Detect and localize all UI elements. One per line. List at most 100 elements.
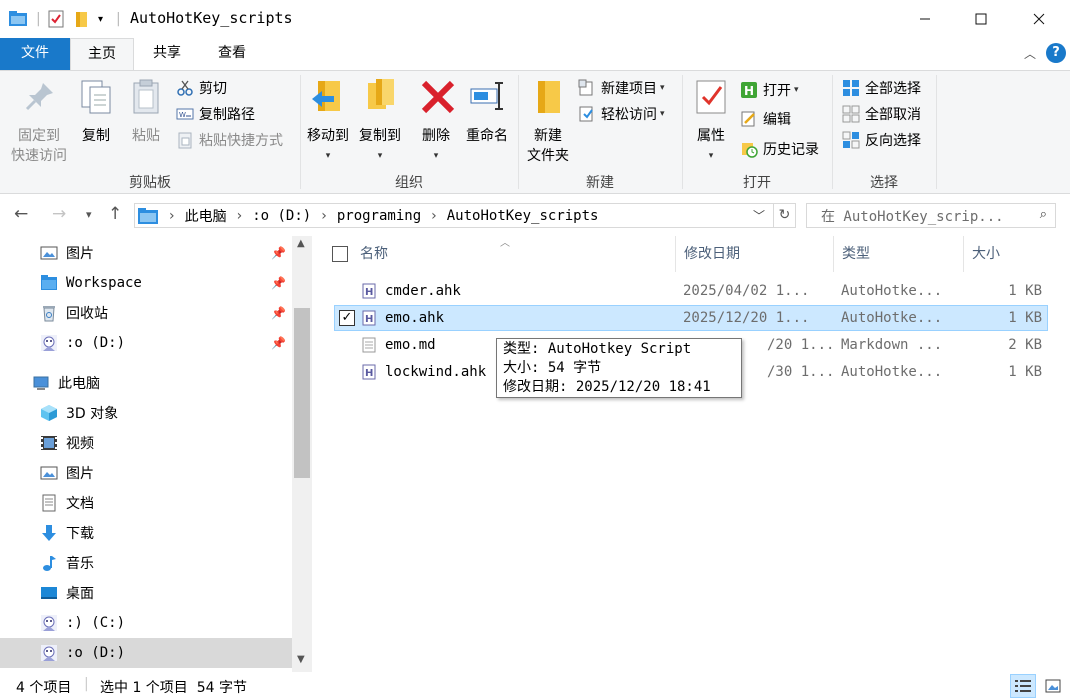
row-checkbox-checked[interactable]: ✓ — [339, 310, 355, 326]
breadcrumb-drive[interactable]: :o (D:) — [252, 208, 311, 224]
file-date: 2025/04/02 1... — [683, 283, 810, 299]
cut-button[interactable]: 剪切 — [176, 77, 227, 99]
maximize-button[interactable] — [952, 0, 1010, 38]
tab-view[interactable]: 查看 — [200, 38, 264, 70]
open-button[interactable]: H 打开 ▾ — [740, 79, 799, 101]
pin-to-quick-access-button[interactable]: 固定到 快速访问 — [6, 77, 72, 166]
large-icons-view-button[interactable] — [1040, 674, 1066, 698]
column-header-date[interactable]: 修改日期 — [676, 236, 834, 272]
copy-path-button[interactable]: W 复制路径 — [176, 103, 255, 125]
column-header-type[interactable]: 类型 — [834, 236, 964, 272]
pin-icon[interactable]: 📌 — [271, 246, 286, 260]
select-all-button[interactable]: 全部选择 — [842, 77, 921, 99]
nav-item-documents[interactable]: 文档 — [0, 488, 292, 518]
nav-label: :o (D:) — [66, 335, 126, 351]
minimize-button[interactable] — [896, 0, 954, 38]
file-row-cmder[interactable]: H cmder.ahk 2025/04/02 1... AutoHotke...… — [334, 278, 1048, 304]
invert-selection-button[interactable]: 反向选择 — [842, 129, 921, 151]
new-item-dropdown-icon: ▾ — [660, 83, 665, 93]
customize-quick-access-icon[interactable]: ▾ — [98, 8, 103, 30]
nav-item-3d-objects[interactable]: 3D 对象 — [0, 398, 292, 428]
navigation-scrollbar[interactable]: ▲ ▼ — [292, 236, 312, 672]
search-box[interactable]: 在 AutoHotKey_scrip... ⌕ — [806, 203, 1056, 228]
new-folder-quick-icon[interactable] — [74, 8, 90, 30]
tab-file[interactable]: 文件 — [0, 38, 70, 70]
easy-access-button[interactable]: 轻松访问 ▾ — [578, 103, 665, 125]
pictures-icon — [40, 466, 58, 480]
nav-item-workspace[interactable]: Workspace 📌 — [0, 268, 292, 298]
rename-button[interactable]: 重命名 — [462, 77, 512, 146]
recent-locations-icon[interactable]: ▾ — [86, 208, 92, 221]
breadcrumb-this-pc[interactable]: 此电脑 — [185, 206, 227, 226]
refresh-icon[interactable]: ↻ — [773, 204, 795, 227]
search-icon[interactable]: ⌕ — [1040, 207, 1047, 222]
edit-icon — [741, 111, 755, 127]
pin-label-line2: 快速访问 — [11, 148, 67, 164]
breadcrumb-current[interactable]: AutoHotKey_scripts — [447, 208, 599, 224]
back-arrow-icon[interactable]: ← — [14, 204, 28, 224]
copy-button[interactable]: 复制 — [76, 77, 116, 146]
copy-to-button[interactable]: 复制到 ▾ — [356, 77, 404, 166]
file-row-emo-ahk[interactable]: ✓ H emo.ahk 2025/12/20 1... AutoHotke...… — [334, 305, 1048, 331]
window-icon[interactable] — [8, 8, 28, 30]
scroll-down-icon[interactable]: ▼ — [297, 654, 305, 665]
nav-item-downloads[interactable]: 下载 — [0, 518, 292, 548]
toolbar-separator: | — [116, 11, 121, 27]
tab-share[interactable]: 共享 — [137, 38, 197, 70]
breadcrumb-programing[interactable]: programing — [337, 208, 421, 224]
paste-button[interactable]: 粘贴 — [126, 77, 166, 146]
address-bar[interactable]: › 此电脑 › :o (D:) › programing › AutoHotKe… — [134, 203, 796, 228]
new-item-button[interactable]: 新建项目 ▾ — [578, 77, 665, 99]
delete-button[interactable]: 删除 ▾ — [418, 77, 455, 166]
svg-text:H: H — [365, 314, 373, 325]
move-to-button[interactable]: 移动到 ▾ — [304, 77, 352, 166]
copy-icon — [81, 80, 111, 114]
pin-icon[interactable]: 📌 — [271, 336, 286, 350]
nav-item-this-pc[interactable]: 此电脑 — [0, 368, 292, 398]
properties-button[interactable]: 属性 ▾ — [690, 77, 732, 166]
column-header-size[interactable]: 大小 — [964, 236, 1054, 272]
pin-icon[interactable]: 📌 — [271, 276, 286, 290]
new-folder-button[interactable]: 新建 文件夹 — [524, 77, 572, 166]
pin-icon[interactable]: 📌 — [271, 306, 286, 320]
file-date: /30 1... — [767, 364, 835, 380]
file-list: ︿ 名称 修改日期 类型 大小 H cmder.ahk 2025/04/02 1… — [312, 236, 1070, 672]
properties-quick-icon[interactable] — [48, 8, 64, 30]
file-type: AutoHotke... — [841, 310, 943, 326]
nav-item-music[interactable]: 音乐 — [0, 548, 292, 578]
forward-arrow-icon[interactable]: → — [52, 204, 66, 224]
nav-item-drive-d[interactable]: :o (D:) — [0, 638, 292, 668]
column-header-name[interactable]: 名称 — [352, 236, 676, 272]
nav-item-drive-d-pinned[interactable]: :o (D:) 📌 — [0, 328, 292, 358]
help-icon[interactable]: ? — [1046, 43, 1066, 63]
nav-label: 3D 对象 — [66, 406, 119, 422]
minimize-icon — [920, 18, 930, 20]
file-date: 2025/12/20 1... — [683, 310, 810, 326]
select-none-button[interactable]: 全部取消 — [842, 103, 921, 125]
nav-item-desktop[interactable]: 桌面 — [0, 578, 292, 608]
nav-item-recycle-bin[interactable]: 回收站 📌 — [0, 298, 292, 328]
scroll-up-icon[interactable]: ▲ — [297, 238, 305, 249]
nav-item-drive-c[interactable]: :) (C:) — [0, 608, 292, 638]
paste-shortcut-button[interactable]: 粘贴快捷方式 — [176, 129, 283, 151]
up-arrow-icon[interactable]: ↑ — [108, 204, 122, 224]
nav-label: 图片 — [66, 466, 94, 482]
toolbar-separator: | — [36, 11, 41, 27]
history-button[interactable]: 历史记录 — [740, 138, 819, 160]
nav-item-pictures-pinned[interactable]: 图片 📌 — [0, 238, 292, 268]
nav-item-videos[interactable]: 视频 — [0, 428, 292, 458]
breadcrumb-chevron-icon[interactable]: › — [431, 208, 437, 224]
address-dropdown-icon[interactable]: ﹀ — [753, 207, 765, 224]
edit-button[interactable]: 编辑 — [740, 108, 791, 130]
scrollbar-thumb[interactable] — [294, 308, 310, 478]
breadcrumb-chevron-icon[interactable]: › — [321, 208, 327, 224]
delete-icon — [421, 80, 455, 114]
nav-item-pictures[interactable]: 图片 — [0, 458, 292, 488]
select-all-checkbox[interactable] — [332, 246, 348, 262]
collapse-ribbon-icon[interactable]: ︿ — [1024, 45, 1036, 62]
details-view-button[interactable] — [1010, 674, 1036, 698]
breadcrumb-chevron-icon[interactable]: › — [237, 208, 243, 224]
breadcrumb-chevron-icon[interactable]: › — [169, 208, 175, 224]
tab-home[interactable]: 主页 — [70, 38, 134, 71]
close-button[interactable] — [1010, 0, 1068, 38]
